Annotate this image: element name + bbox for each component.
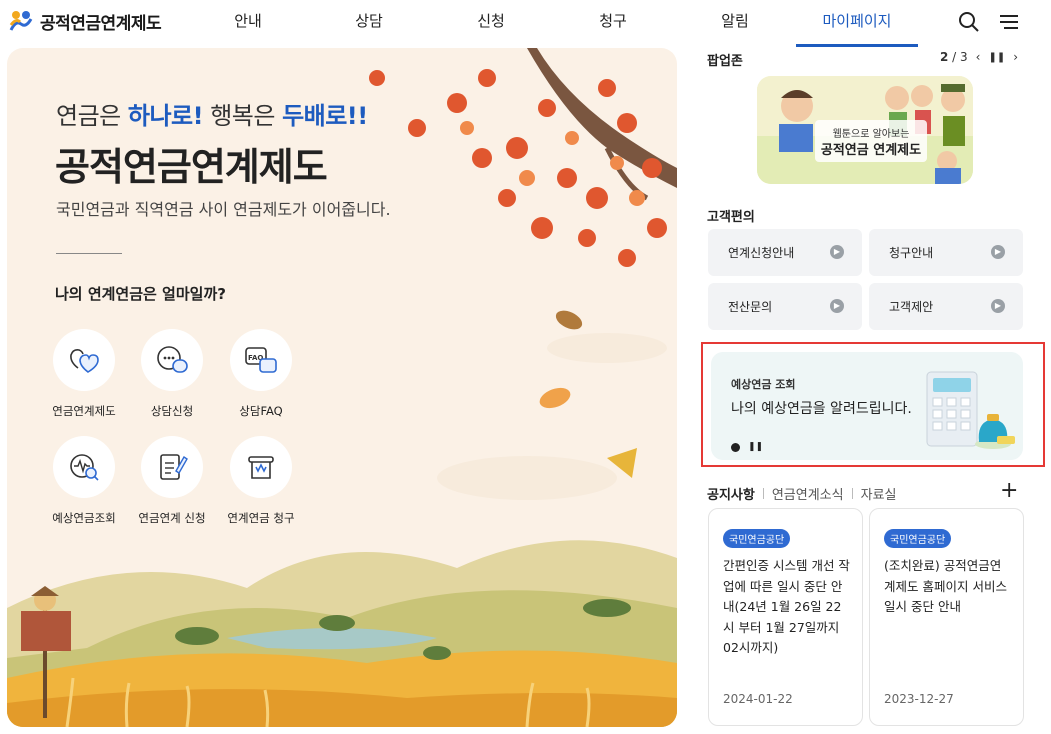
popup-counter: 2 / 3 bbox=[940, 50, 968, 64]
quick-link-label: 상담FAQ bbox=[239, 404, 283, 418]
faq-icon: FAQ bbox=[245, 347, 277, 373]
service-customer-suggestion[interactable]: 고객제안 ▶ bbox=[869, 283, 1023, 330]
site-logo[interactable]: 공적연금연계제도 bbox=[8, 8, 162, 34]
notice-date: 2024-01-22 bbox=[723, 692, 793, 706]
chevron-right-icon[interactable]: › bbox=[1013, 50, 1018, 64]
service-title: 고객편의 bbox=[707, 210, 755, 225]
hero-banner: 연금은 하나로! 행복은 두배로!! 공적연금연계제도 국민연금과 직역연금 사… bbox=[7, 48, 677, 727]
estimate-controls: ❚❚ bbox=[731, 442, 763, 452]
nav-item-mypage[interactable]: 마이페이지 bbox=[796, 0, 918, 47]
nav-item-guide[interactable]: 안내 bbox=[188, 0, 308, 44]
notice-date: 2023-12-27 bbox=[884, 692, 954, 706]
quick-link-circle: FAQ bbox=[230, 329, 292, 391]
quick-link-circle bbox=[230, 436, 292, 498]
notice-card[interactable]: 국민연금공단 (조치완료) 공적연금연계제도 홈페이지 서비스 일시 중단 안내… bbox=[869, 508, 1024, 726]
slide-dot-icon[interactable] bbox=[731, 442, 740, 452]
nav-item-notice[interactable]: 알림 bbox=[674, 0, 796, 44]
hero-tagline: 연금은 하나로! 행복은 두배로!! bbox=[56, 96, 368, 131]
quick-link-circle bbox=[53, 329, 115, 391]
pension-search-icon bbox=[70, 454, 99, 481]
pause-icon[interactable]: ❚❚ bbox=[988, 52, 1005, 63]
chevron-right-icon: ▶ bbox=[830, 245, 844, 259]
quick-link-consult-faq[interactable]: FAQ 상담FAQ bbox=[206, 329, 316, 419]
tagline-highlight-2: 두배로!! bbox=[282, 102, 368, 130]
estimate-text: 나의 예상연금을 알려드립니다. bbox=[731, 401, 912, 417]
chevron-right-icon: ▶ bbox=[991, 299, 1005, 313]
popup-controls: 2 / 3 ‹ ❚❚ › bbox=[940, 50, 1018, 64]
chevron-left-icon[interactable]: ‹ bbox=[976, 50, 981, 64]
quick-link-circle bbox=[53, 436, 115, 498]
nav-item-apply[interactable]: 신청 bbox=[430, 0, 552, 44]
hero-description: 국민연금과 직역연금 사이 연금제도가 이어줍니다. bbox=[56, 200, 391, 219]
notice-title: 간편인증 시스템 개선 작업에 따른 일시 중단 안내(24년 1월 26일 2… bbox=[723, 558, 850, 655]
chevron-right-icon: ▶ bbox=[991, 245, 1005, 259]
service-it-inquiry[interactable]: 전산문의 ▶ bbox=[708, 283, 862, 330]
tab-notice[interactable]: 공지사항 bbox=[707, 484, 755, 503]
heart-icon bbox=[70, 349, 99, 373]
quick-link-circle bbox=[141, 436, 203, 498]
estimate-label: 예상연금 조회 bbox=[731, 378, 796, 391]
popup-current: 2 bbox=[940, 50, 949, 64]
popup-total: 3 bbox=[960, 50, 968, 64]
service-label: 청구안내 bbox=[889, 246, 934, 260]
logo-icon bbox=[9, 11, 33, 31]
nav-item-claim[interactable]: 청구 bbox=[552, 0, 674, 44]
tab-divider bbox=[762, 488, 764, 499]
notice-card[interactable]: 국민연금공단 간편인증 시스템 개선 작업에 따른 일시 중단 안내(24년 1… bbox=[708, 508, 863, 726]
service-label: 고객제안 bbox=[889, 300, 934, 314]
popup-zone-title: 팝업존 bbox=[707, 54, 743, 69]
hero-divider bbox=[56, 253, 122, 254]
nav-item-consult[interactable]: 상담 bbox=[308, 0, 430, 44]
tagline-mid: 행복은 bbox=[203, 102, 283, 130]
menu-icon[interactable] bbox=[998, 11, 1020, 33]
service-label: 전산문의 bbox=[728, 300, 773, 314]
pause-icon[interactable]: ❚❚ bbox=[748, 442, 763, 452]
popup-banner-webtoon[interactable]: 웹툰으로 알아보는 공적연금 연계제도 bbox=[757, 76, 973, 184]
chat-icon bbox=[157, 346, 188, 373]
notice-tabs: 공지사항 연금연계소식 자료실 bbox=[707, 484, 897, 503]
form-pen-icon bbox=[160, 454, 188, 480]
hero-question: 나의 연계연금은 얼마일까? bbox=[55, 285, 226, 303]
quick-link-pension-claim[interactable]: 연계연금 청구 bbox=[206, 436, 316, 526]
service-linkage-apply-guide[interactable]: 연계신청안내 ▶ bbox=[708, 229, 862, 276]
calculator-money-icon bbox=[926, 371, 1015, 449]
service-claim-guide[interactable]: 청구안내 ▶ bbox=[869, 229, 1023, 276]
hero-title: 공적연금연계제도 bbox=[55, 145, 328, 189]
service-label: 연계신청안내 bbox=[728, 246, 795, 260]
notice-title: (조치완료) 공적연금연계제도 홈페이지 서비스 일시 중단 안내 bbox=[884, 558, 1007, 614]
tab-archive[interactable]: 자료실 bbox=[861, 484, 897, 503]
tagline-prefix: 연금은 bbox=[56, 102, 128, 130]
popup-banner-subtitle: 웹툰으로 알아보는 bbox=[832, 129, 910, 140]
popup-banner-title: 공적연금 연계제도 bbox=[820, 143, 922, 158]
search-icon[interactable] bbox=[958, 11, 980, 33]
tab-divider bbox=[851, 488, 853, 499]
tab-linkage-news[interactable]: 연금연계소식 bbox=[772, 484, 844, 503]
tagline-highlight-1: 하나로! bbox=[127, 102, 204, 130]
site-header: 공적연금연계제도 안내 상담 신청 청구 알림 마이페이지 bbox=[0, 0, 1051, 47]
main-nav: 안내 상담 신청 청구 알림 마이페이지 bbox=[188, 0, 918, 47]
logo-text: 공적연금연계제도 bbox=[40, 13, 162, 34]
claim-icon bbox=[248, 456, 274, 479]
quick-link-circle bbox=[141, 329, 203, 391]
plus-icon[interactable]: + bbox=[1000, 480, 1018, 502]
chevron-right-icon: ▶ bbox=[830, 299, 844, 313]
quick-link-label: 연계연금 청구 bbox=[227, 511, 295, 525]
notice-badge: 국민연금공단 bbox=[723, 529, 791, 548]
estimate-banner[interactable]: 예상연금 조회 나의 예상연금을 알려드립니다. ❚❚ bbox=[711, 352, 1023, 460]
estimate-banner-highlight: 예상연금 조회 나의 예상연금을 알려드립니다. ❚❚ bbox=[701, 342, 1045, 467]
notice-badge: 국민연금공단 bbox=[884, 529, 952, 548]
